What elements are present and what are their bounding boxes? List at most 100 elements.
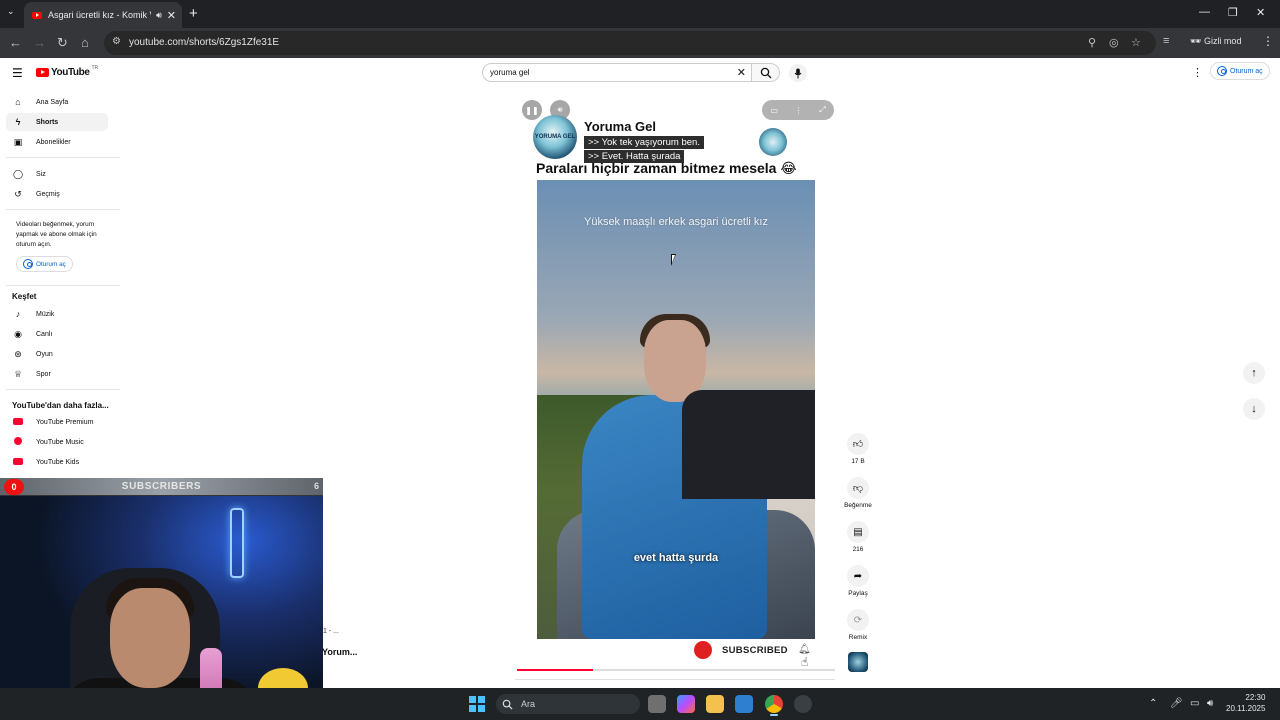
restore-button[interactable]: ❐ <box>1228 6 1238 19</box>
back-icon[interactable]: ← <box>9 35 22 50</box>
pause-button[interactable]: ❚❚ <box>522 100 542 120</box>
url-text: youtube.com/shorts/6Zgs1Zfe31E <box>129 37 280 48</box>
task-view-icon[interactable] <box>648 695 666 713</box>
speaker-icon[interactable]: 🔊︎ <box>156 10 162 21</box>
comment-icon[interactable]: ▤ <box>847 521 869 543</box>
menu-icon[interactable]: ☰ <box>12 66 23 80</box>
voice-search-button[interactable] <box>789 64 807 82</box>
new-tab-button[interactable]: + <box>189 5 198 22</box>
signin-button[interactable]: Oturum aç <box>1210 62 1270 80</box>
more-options-icon[interactable]: ⋮ <box>795 106 803 115</box>
sidebar-item-youtube-music[interactable]: YouTube Music <box>6 433 108 451</box>
sidebar-item-music[interactable]: ♪ Müzik <box>6 305 108 323</box>
video-overlay-text: Yüksek maaşlı erkek asgari ücretli kız <box>583 216 768 228</box>
webcam-overlay: SUBSCRIBERS 0 6 <box>0 478 323 720</box>
windows-start-icon[interactable] <box>469 696 485 712</box>
subscriptions-icon: ▣ <box>13 136 23 147</box>
arrow-down-icon: ↓ <box>1251 403 1257 415</box>
dislike-action[interactable]: 👎︎ Beğenme <box>840 477 876 509</box>
like-action[interactable]: 👍︎ 17 B <box>840 433 876 465</box>
tab-close-button[interactable]: ✕ <box>167 9 176 22</box>
user-icon: ◯ <box>12 168 24 179</box>
video-progress-bar[interactable] <box>517 669 835 671</box>
divider <box>6 389 120 390</box>
reload-icon[interactable]: ↻ <box>57 35 68 51</box>
remix-icon[interactable]: ⟳ <box>847 609 869 631</box>
microsoft-store-icon[interactable] <box>735 695 753 713</box>
bookmark-star-icon[interactable]: ☆ <box>1131 36 1141 49</box>
tray-mic-icon[interactable]: 🎤︎ <box>1170 698 1183 709</box>
file-explorer-icon[interactable] <box>706 695 724 713</box>
audio-source-thumbnail[interactable] <box>848 652 868 672</box>
home-icon[interactable]: ⌂ <box>81 35 89 50</box>
sidebar-item-shorts[interactable]: ϟ Shorts <box>6 113 108 131</box>
video-frame[interactable]: Yüksek maaşlı erkek asgari ücretli kız e… <box>537 180 815 639</box>
side-thumbnail-title[interactable]: Yorum... <box>322 647 357 657</box>
search-input[interactable]: yoruma gel ✕ <box>482 63 752 82</box>
microphone-icon <box>794 68 802 78</box>
forward-icon[interactable]: → <box>33 35 46 50</box>
reading-list-icon[interactable]: ≡ <box>1163 35 1169 47</box>
remix-action[interactable]: ⟳ Remix <box>840 609 876 641</box>
share-icon[interactable]: ➦ <box>847 565 869 587</box>
share-action[interactable]: ➦ Paylaş <box>840 565 876 597</box>
sidebar-item-live[interactable]: ◉ Canlı <box>6 325 108 343</box>
zoom-icon[interactable]: ⚲ <box>1088 36 1096 49</box>
sidebar-signin-button[interactable]: Oturum aç <box>16 256 73 272</box>
browser-tab-active[interactable]: Asgari ücretli kız - Komik V... 🔊︎ ✕ <box>24 2 182 28</box>
tab-title: Asgari ücretli kız - Komik V... <box>48 10 152 20</box>
hand-cursor-icon: ☝ <box>801 655 809 669</box>
captions-icon[interactable]: ▭ <box>770 106 778 115</box>
notification-bell-icon[interactable]: 🔔︎ <box>798 644 811 655</box>
side-thumbnail-meta: 1 - ... <box>323 628 339 635</box>
clear-search-icon[interactable]: ✕ <box>737 66 746 79</box>
site-info-icon[interactable]: ⚙ <box>112 36 121 47</box>
incognito-icon: 🕶︎ <box>1190 36 1204 46</box>
previous-short-button[interactable]: ↑ <box>1243 362 1265 384</box>
video-subtitle: evet hatta şurda <box>633 552 719 564</box>
settings-more-icon[interactable]: ⋮ <box>1192 66 1203 79</box>
next-short-button[interactable]: ↓ <box>1243 398 1265 420</box>
sidebar-item-sports[interactable]: ♕ Spor <box>6 365 108 383</box>
comments-action[interactable]: ▤ 216 <box>840 521 876 553</box>
copilot-icon[interactable] <box>677 695 695 713</box>
address-bar[interactable]: ⚙ youtube.com/shorts/6Zgs1Zfe31E ⚲ ◎ ☆ <box>104 31 1156 55</box>
search-button[interactable] <box>752 63 780 82</box>
channel-name[interactable]: Yoruma Gel <box>584 119 656 134</box>
youtube-play-icon <box>36 68 49 77</box>
chrome-icon[interactable] <box>765 695 783 713</box>
sidebar-item-you[interactable]: ◯ Siz <box>6 165 108 183</box>
dislike-icon[interactable]: 👎︎ <box>847 477 869 499</box>
eye-off-icon[interactable]: ◎ <box>1109 36 1119 49</box>
home-icon: ⌂ <box>15 97 21 107</box>
sidebar-item-youtube-premium[interactable]: YouTube Premium <box>6 413 108 431</box>
fullscreen-icon[interactable]: ⤢ <box>819 105 825 115</box>
tray-chevron-icon[interactable]: ⌃ <box>1149 698 1157 709</box>
subscribers-counter-bar: SUBSCRIBERS 0 6 <box>0 478 323 496</box>
tab-search-icon[interactable]: ⌄ <box>7 6 15 17</box>
taskbar-clock[interactable]: 22:30 20.11.2025 <box>1226 692 1265 714</box>
sidebar-item-home[interactable]: ⌂ Ana Sayfa <box>6 93 108 111</box>
youtube-logo[interactable]: YouTube TR <box>36 65 98 78</box>
video-caption: Paraları hiçbir zaman bitmez mesela 😂 <box>536 160 797 176</box>
taskbar-search[interactable]: Ara <box>496 694 640 714</box>
incognito-label[interactable]: 🕶︎ Gizli mod <box>1190 36 1241 47</box>
chrome-menu-icon[interactable]: ⋮ <box>1262 34 1274 48</box>
dislike-label: Beğenme <box>844 502 872 509</box>
close-window-button[interactable]: ✕ <box>1256 6 1265 19</box>
app-icon[interactable] <box>794 695 812 713</box>
tray-network-icon[interactable]: ▭ <box>1190 698 1199 709</box>
like-icon[interactable]: 👍︎ <box>847 433 869 455</box>
sidebar-item-gaming[interactable]: ⊛ Oyun <box>6 345 108 363</box>
minimize-button[interactable]: — <box>1199 6 1210 18</box>
sidebar-item-youtube-kids[interactable]: YouTube Kids <box>6 453 108 471</box>
search-icon <box>760 67 771 78</box>
sidebar-item-subscriptions[interactable]: ▣ Abonelikler <box>6 133 108 151</box>
account-icon <box>23 259 33 269</box>
shorts-icon: ϟ <box>15 117 21 127</box>
active-app-indicator <box>770 714 778 716</box>
channel-avatar[interactable]: YORUMA GEL <box>533 115 577 159</box>
sidebar-item-history[interactable]: ↺ Geçmiş <box>6 185 108 203</box>
arrow-up-icon: ↑ <box>1251 367 1257 379</box>
tray-volume-icon[interactable]: 🔊︎ <box>1207 698 1213 709</box>
